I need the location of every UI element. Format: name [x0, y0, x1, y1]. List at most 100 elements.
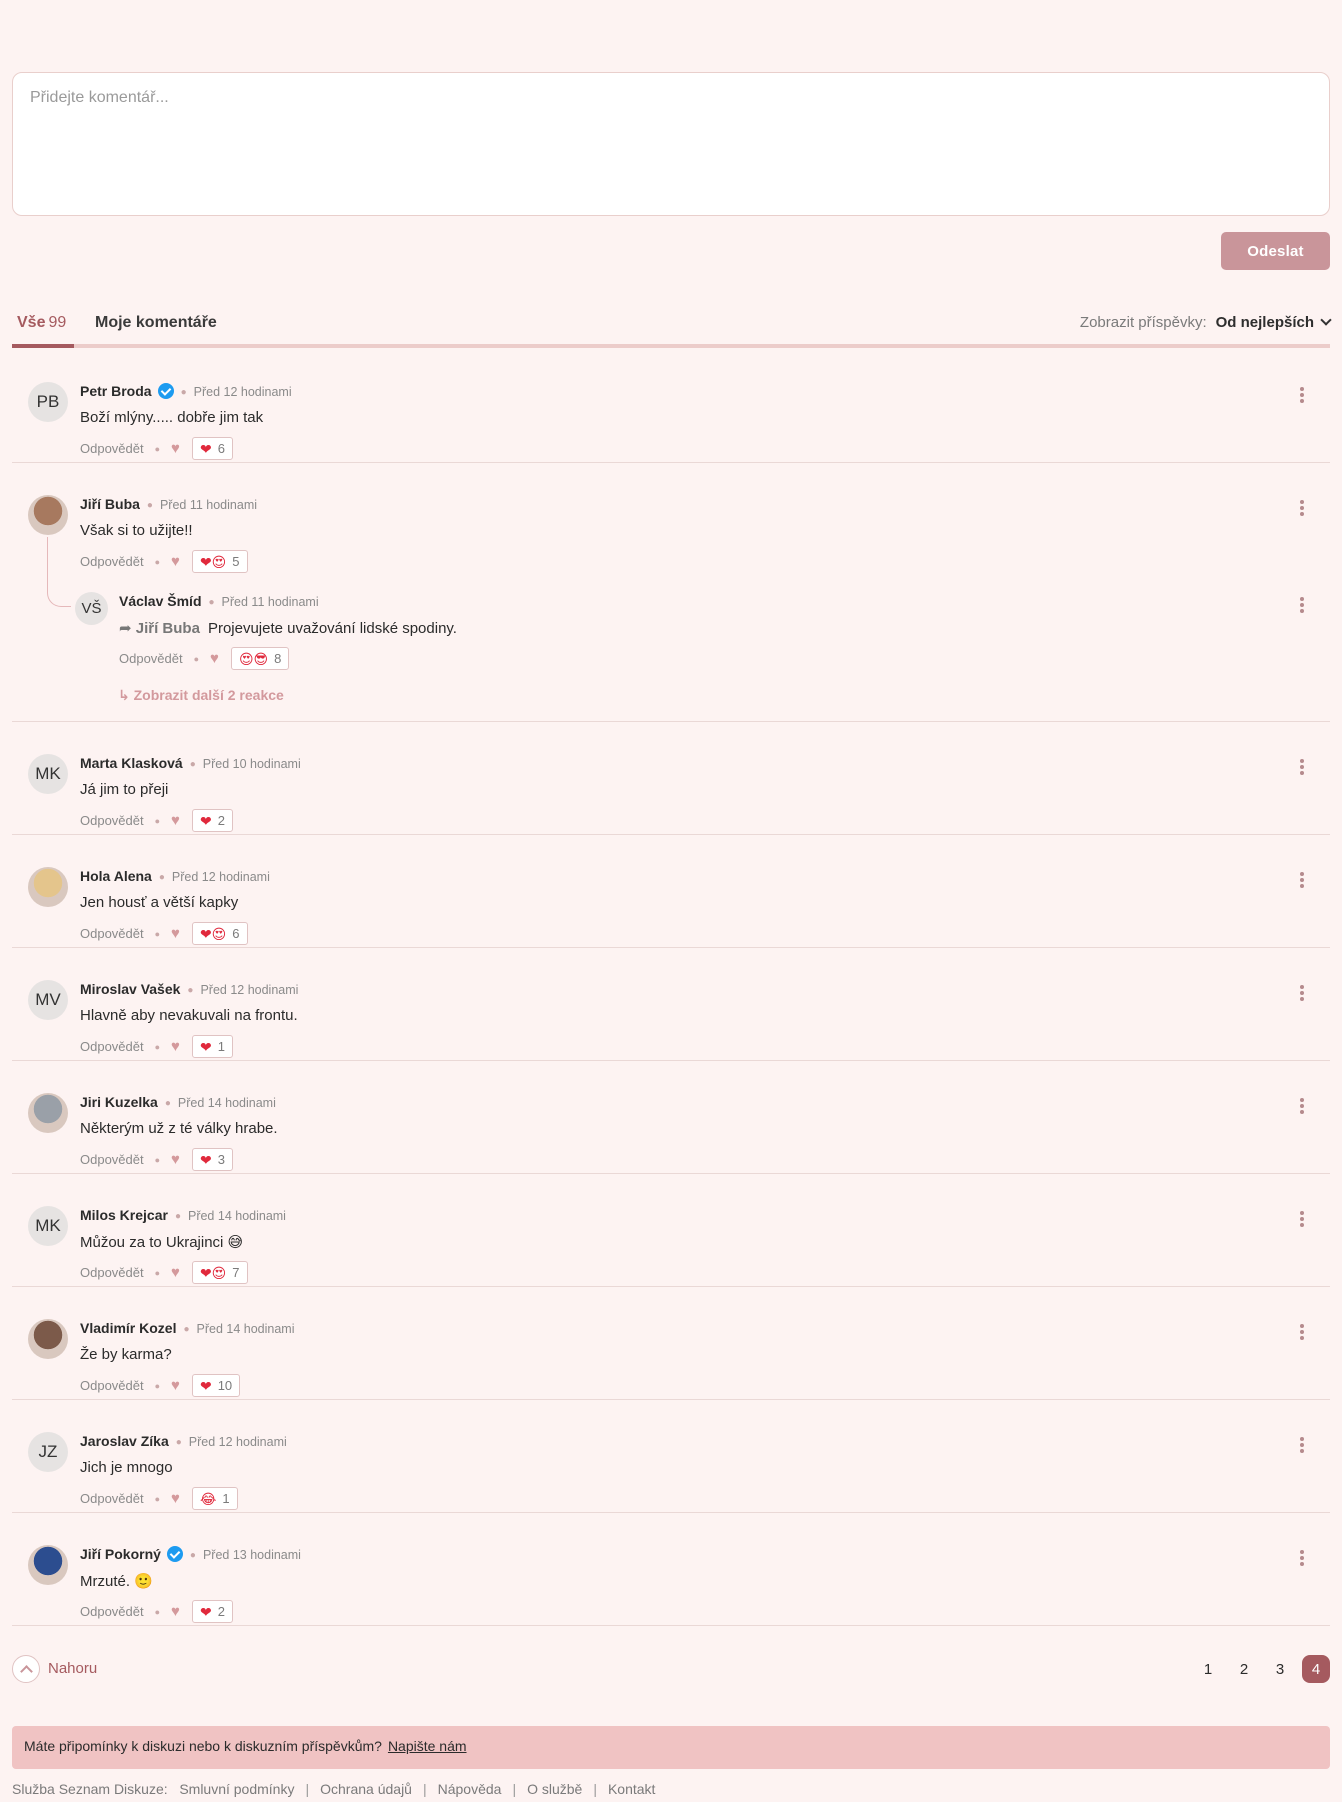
- like-heart-icon[interactable]: ♥: [171, 1038, 180, 1055]
- more-options-icon[interactable]: [1299, 595, 1304, 615]
- author-name[interactable]: Petr Broda: [80, 383, 152, 399]
- author-name[interactable]: Jiří Pokorný: [80, 1546, 161, 1562]
- reply-button[interactable]: Odpovědět: [80, 813, 144, 828]
- footer-separator: |: [305, 1781, 310, 1797]
- scroll-up-label[interactable]: Nahoru: [48, 1660, 97, 1677]
- comment-input[interactable]: [13, 73, 1329, 215]
- author-name[interactable]: Miroslav Vašek: [80, 981, 180, 997]
- more-options-icon[interactable]: [1299, 1548, 1304, 1568]
- footer-separator: |: [422, 1781, 427, 1797]
- tab-my-comments[interactable]: Moje komentáře: [95, 314, 217, 332]
- reply-button[interactable]: Odpovědět: [80, 1378, 144, 1393]
- reply-button[interactable]: Odpovědět: [80, 1265, 144, 1280]
- author-name[interactable]: Marta Klasková: [80, 755, 183, 771]
- more-options-icon[interactable]: [1299, 1209, 1304, 1229]
- page-2-button[interactable]: 2: [1230, 1655, 1258, 1683]
- avatar: [28, 867, 68, 907]
- reaction-emoji-icon: ❤😍: [199, 1264, 227, 1281]
- author-name[interactable]: Milos Krejcar: [80, 1207, 168, 1223]
- avatar: VŠ: [75, 592, 108, 625]
- more-options-icon[interactable]: [1299, 1096, 1304, 1116]
- page-3-button[interactable]: 3: [1266, 1655, 1294, 1683]
- reply-button[interactable]: Odpovědět: [80, 441, 144, 456]
- footer-link[interactable]: Kontakt: [608, 1781, 655, 1797]
- footer-link[interactable]: Nápověda: [438, 1781, 502, 1797]
- reply-reference[interactable]: ➦ Jiří Buba: [119, 620, 200, 637]
- more-options-icon[interactable]: [1299, 1322, 1304, 1342]
- reply-button[interactable]: Odpovědět: [80, 1039, 144, 1054]
- show-more-replies-link[interactable]: ↳ Zobrazit další 2 reakce: [118, 687, 284, 704]
- like-heart-icon[interactable]: ♥: [171, 1377, 180, 1394]
- reaction-summary[interactable]: ❤😍 5: [191, 550, 248, 573]
- like-heart-icon[interactable]: ♥: [171, 440, 180, 457]
- comment-header: Jaroslav Zíka ● Před 12 hodinami: [80, 1433, 287, 1449]
- tab-all[interactable]: Vše 99: [17, 314, 66, 332]
- reaction-summary[interactable]: ❤ 2: [191, 1600, 233, 1623]
- separator-dot: ●: [180, 387, 187, 398]
- author-name[interactable]: Jiří Buba: [80, 496, 140, 512]
- like-heart-icon[interactable]: ♥: [171, 1490, 180, 1507]
- comment-header: Jiri Kuzelka ● Před 14 hodinami: [80, 1094, 276, 1110]
- reply-button[interactable]: Odpovědět: [80, 554, 144, 569]
- reply-button[interactable]: Odpovědět: [80, 1491, 144, 1506]
- reaction-emoji-icon: ❤: [199, 1038, 212, 1055]
- like-heart-icon[interactable]: ♥: [171, 812, 180, 829]
- feedback-link[interactable]: Napište nám: [388, 1738, 467, 1754]
- author-name[interactable]: Jiri Kuzelka: [80, 1094, 158, 1110]
- like-heart-icon[interactable]: ♥: [171, 1603, 180, 1620]
- comment-time: Před 13 hodinami: [202, 1548, 301, 1562]
- separator-dot: ●: [154, 1606, 161, 1617]
- reaction-summary[interactable]: ❤ 3: [191, 1148, 233, 1171]
- comment-time: Před 10 hodinami: [202, 757, 301, 771]
- more-options-icon[interactable]: [1299, 1435, 1304, 1455]
- reaction-summary[interactable]: ❤😍 7: [191, 1261, 248, 1284]
- reaction-summary[interactable]: ❤ 1: [191, 1035, 233, 1058]
- reaction-emoji-icon: ❤: [199, 812, 212, 829]
- page-4-button[interactable]: 4: [1302, 1655, 1330, 1683]
- more-options-icon[interactable]: [1299, 983, 1304, 1003]
- reaction-summary[interactable]: 😂 1: [191, 1487, 238, 1510]
- reaction-summary[interactable]: 😍😎 8: [230, 647, 290, 670]
- more-options-icon[interactable]: [1299, 385, 1304, 405]
- page-1-button[interactable]: 1: [1194, 1655, 1222, 1683]
- comment-text: Některým už z té války hrabe.: [80, 1120, 278, 1137]
- send-button[interactable]: Odeslat: [1221, 232, 1330, 270]
- more-options-icon[interactable]: [1299, 870, 1304, 890]
- reply-button[interactable]: Odpovědět: [80, 1152, 144, 1167]
- like-heart-icon[interactable]: ♥: [210, 650, 219, 667]
- reply-arrow-icon: ➦: [119, 620, 136, 637]
- author-name[interactable]: Hola Alena: [80, 868, 152, 884]
- reaction-summary[interactable]: ❤ 2: [191, 809, 233, 832]
- sort-dropdown[interactable]: Zobrazit příspěvky: Od nejlepších: [1080, 314, 1332, 331]
- footer-link[interactable]: Smluvní podmínky: [179, 1781, 294, 1797]
- reaction-summary[interactable]: ❤ 6: [191, 437, 233, 460]
- reply-button[interactable]: Odpovědět: [80, 926, 144, 941]
- like-heart-icon[interactable]: ♥: [171, 925, 180, 942]
- more-options-icon[interactable]: [1299, 498, 1304, 518]
- reply-button[interactable]: Odpovědět: [80, 1604, 144, 1619]
- author-name[interactable]: Vladimír Kozel: [80, 1320, 176, 1336]
- footer-link[interactable]: Ochrana údajů: [320, 1781, 412, 1797]
- reaction-summary[interactable]: ❤😍 6: [191, 922, 248, 945]
- more-options-icon[interactable]: [1299, 757, 1304, 777]
- author-name[interactable]: Václav Šmíd: [119, 593, 202, 609]
- like-heart-icon[interactable]: ♥: [171, 1264, 180, 1281]
- like-heart-icon[interactable]: ♥: [171, 1151, 180, 1168]
- comment-body: Jich je mnogo: [80, 1459, 173, 1476]
- reply-arrow-icon: ↳: [118, 687, 134, 703]
- reply-button[interactable]: Odpovědět: [119, 651, 183, 666]
- comment-actions: Odpovědět ● ♥ ❤ 3: [80, 1148, 233, 1171]
- like-heart-icon[interactable]: ♥: [171, 553, 180, 570]
- separator-dot: ●: [189, 1550, 196, 1561]
- separator-dot: ●: [158, 872, 165, 883]
- separator-dot: ●: [154, 1041, 161, 1052]
- scroll-up-button[interactable]: [12, 1655, 40, 1683]
- pagination: 1234: [1186, 1655, 1330, 1683]
- reaction-emoji-icon: ❤😍: [199, 553, 227, 570]
- reaction-emoji-icon: ❤: [199, 440, 212, 457]
- author-name[interactable]: Jaroslav Zíka: [80, 1433, 169, 1449]
- footer-link[interactable]: O službě: [527, 1781, 582, 1797]
- reaction-summary[interactable]: ❤ 10: [191, 1374, 241, 1397]
- comment-actions: Odpovědět ● ♥ ❤ 2: [80, 809, 233, 832]
- sort-value: Od nejlepších: [1215, 314, 1314, 331]
